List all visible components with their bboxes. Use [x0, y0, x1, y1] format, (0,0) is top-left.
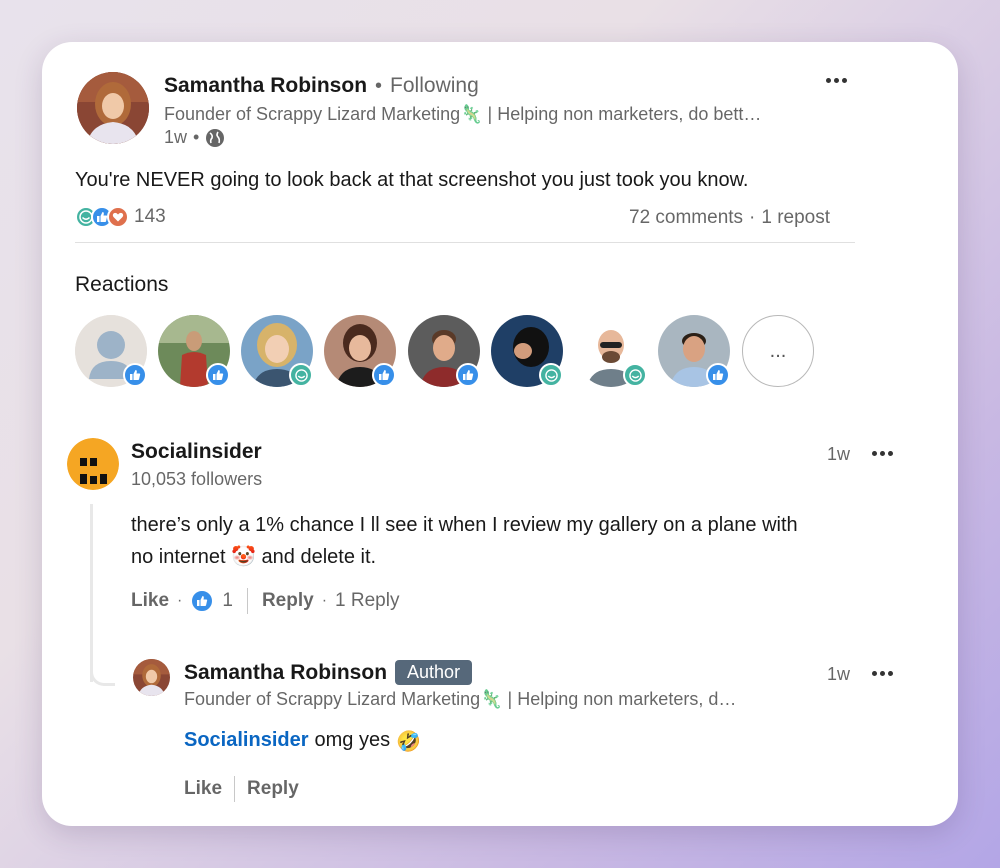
- reply-text: Socialinsider omg yes 🤣: [184, 729, 421, 754]
- like-icon: [706, 363, 730, 387]
- divider: [75, 242, 855, 243]
- like-icon: [456, 363, 480, 387]
- author-photo-icon: [133, 659, 170, 696]
- comment-time: 1w: [827, 444, 851, 464]
- reactor-avatar-6[interactable]: [491, 315, 563, 387]
- socialinsider-avatar[interactable]: [67, 438, 119, 490]
- reply-author-avatar[interactable]: [133, 659, 170, 696]
- comment-like-button[interactable]: Like: [131, 590, 169, 612]
- reactor-avatar-7[interactable]: [575, 315, 647, 387]
- author-avatar[interactable]: [77, 72, 149, 144]
- comment-replies-count[interactable]: 1 Reply: [335, 590, 399, 612]
- funny-icon: [623, 363, 647, 387]
- reactor-avatar-8[interactable]: [658, 315, 730, 387]
- author-badge: Author: [395, 660, 473, 685]
- reposts-count[interactable]: 1 repost: [761, 207, 830, 229]
- rofl-emoji: 🤣: [396, 731, 421, 753]
- socialinsider-logo-icon: [67, 438, 119, 490]
- dot-separator: ·: [177, 592, 183, 609]
- clown-emoji: 🤡: [231, 546, 256, 568]
- comment-text-line-1: there’s only a 1% chance I ll see it whe…: [131, 514, 798, 536]
- reply-like-button[interactable]: Like: [184, 778, 222, 800]
- author-line: Samantha Robinson • Following: [164, 74, 479, 98]
- reactor-avatar-1[interactable]: [75, 315, 147, 387]
- reply-time: 1w: [827, 664, 851, 684]
- more-reactions-label: ...: [769, 339, 787, 362]
- reply-more-options-icon[interactable]: [872, 671, 893, 676]
- follow-status[interactable]: Following: [390, 74, 479, 98]
- comment-text-line-2b: and delete it.: [261, 546, 377, 568]
- reply-reply-button[interactable]: Reply: [247, 778, 299, 800]
- like-icon: [190, 589, 215, 613]
- comment-more-options-icon[interactable]: [872, 451, 893, 456]
- more-reactions-button[interactable]: ...: [742, 315, 814, 387]
- like-icon: [372, 363, 396, 387]
- reactor-avatar-5[interactable]: [408, 315, 480, 387]
- love-icon: [107, 206, 129, 228]
- reaction-count: 143: [134, 206, 166, 227]
- reactor-avatar-2[interactable]: [158, 315, 230, 387]
- dot-separator: •: [375, 75, 383, 97]
- comment-text-line-2a: no internet: [131, 546, 226, 568]
- action-divider: [246, 588, 248, 614]
- funny-icon: [539, 363, 563, 387]
- engagement-counts: 72 comments · 1 repost: [629, 207, 830, 229]
- mention-link[interactable]: Socialinsider: [184, 729, 309, 754]
- comment-reply-button[interactable]: Reply: [262, 590, 314, 612]
- reactor-avatar-3[interactable]: [241, 315, 313, 387]
- comment-text: there’s only a 1% chance I ll see it whe…: [131, 509, 798, 573]
- post-time: 1w: [164, 127, 188, 147]
- author-headline: Founder of Scrappy Lizard Marketing🦎 | H…: [164, 104, 762, 124]
- reply-actions: Like Reply: [184, 776, 299, 802]
- like-icon: [123, 363, 147, 387]
- comment-author-name[interactable]: Socialinsider: [131, 440, 262, 464]
- comments-count[interactable]: 72 comments: [629, 207, 743, 229]
- reactions-heading: Reactions: [75, 273, 169, 296]
- thread-line: [90, 504, 93, 682]
- reaction-summary[interactable]: 143: [75, 206, 166, 228]
- post-text: You're NEVER going to look back at that …: [75, 169, 749, 191]
- dot-separator: ·: [749, 207, 756, 228]
- dot-separator: ·: [321, 592, 328, 609]
- reply-author-line: Samantha Robinson Author: [184, 660, 473, 685]
- funny-icon: [289, 363, 313, 387]
- post-card: Samantha Robinson • Following Founder of…: [42, 42, 958, 826]
- thread-connector: [90, 662, 115, 686]
- author-photo-icon: [77, 72, 149, 144]
- reactor-avatar-4[interactable]: [324, 315, 396, 387]
- post-meta: 1w •: [164, 127, 225, 148]
- dot-separator: •: [193, 127, 200, 147]
- reply-text-body: omg yes: [314, 729, 391, 751]
- comment-author-followers: 10,053 followers: [131, 469, 263, 489]
- reply-author-headline: Founder of Scrappy Lizard Marketing🦎 | H…: [184, 689, 737, 709]
- post-more-options-icon[interactable]: [826, 78, 847, 83]
- action-divider: [234, 776, 236, 802]
- comment-actions: Like · 1 Reply · 1 Reply: [131, 588, 399, 614]
- comment-like-count[interactable]: 1: [222, 590, 233, 612]
- author-name[interactable]: Samantha Robinson: [164, 74, 367, 98]
- reply-author-name[interactable]: Samantha Robinson: [184, 661, 387, 685]
- globe-icon: [206, 128, 225, 147]
- like-icon: [206, 363, 230, 387]
